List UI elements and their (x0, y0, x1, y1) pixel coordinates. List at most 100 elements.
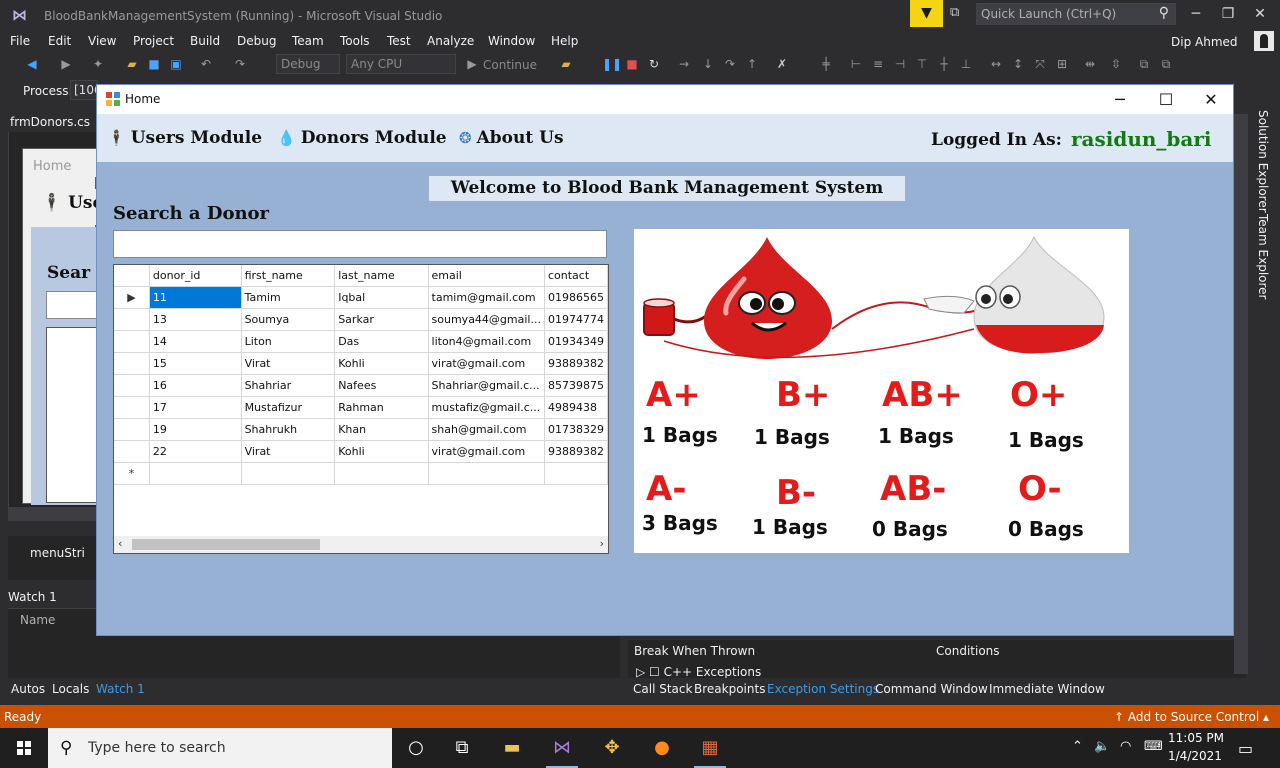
donors-module-menu[interactable]: 💧 Donors Module (277, 128, 447, 148)
table-cell[interactable]: mustafiz@gmail.c... (428, 396, 545, 419)
menu-view[interactable]: View (88, 34, 116, 48)
column-header[interactable]: first_name (241, 265, 336, 287)
add-to-source-control[interactable]: ↑ Add to Source Control ▴ (1114, 710, 1269, 724)
menu-team[interactable]: Team (292, 34, 324, 48)
table-cell[interactable] (428, 462, 545, 485)
menu-window[interactable]: Window (488, 34, 535, 48)
table-row[interactable]: 17 Mustafizur Rahman mustafiz@gmail.c... 498… (114, 396, 608, 419)
table-cell[interactable]: 85739875 (544, 374, 608, 397)
menu-file[interactable]: File (10, 34, 30, 48)
forward-icon[interactable]: ▶ (58, 56, 74, 72)
row-header[interactable] (114, 352, 150, 375)
document-tab[interactable]: frmDonors.cs (0, 112, 96, 132)
table-row[interactable]: 13 Soumya Sarkar soumya44@gmail... 01974774 (114, 308, 608, 331)
breakpoint-icon[interactable]: ✗ (774, 56, 790, 72)
search-donor-input[interactable] (113, 230, 607, 258)
clock-date[interactable]: 1/4/2021 (1168, 749, 1222, 763)
column-header[interactable]: last_name (334, 265, 429, 287)
save-icon[interactable]: ■ (146, 56, 162, 72)
stop-icon[interactable]: ■ (624, 56, 640, 72)
grid-horizontal-scrollbar[interactable]: ‹ › (114, 536, 608, 553)
table-cell[interactable]: 15 (149, 352, 242, 375)
save-all-icon[interactable]: ▣ (168, 56, 184, 72)
table-cell[interactable]: 13 (149, 308, 242, 331)
continue-icon[interactable]: ▶ (464, 56, 480, 72)
make-same-size-icon[interactable]: ⤧ (1032, 56, 1048, 72)
minimize-icon[interactable]: ─ (1097, 85, 1143, 114)
undo-icon[interactable]: ↶ (198, 56, 214, 72)
table-cell[interactable]: Rahman (334, 396, 429, 419)
close-icon[interactable]: ✕ (1188, 85, 1234, 114)
table-cell[interactable]: 01974774 (544, 308, 608, 331)
table-cell[interactable]: virat@gmail.com (428, 440, 545, 463)
table-cell[interactable]: 17 (149, 396, 242, 419)
new-row[interactable]: * (114, 462, 608, 485)
notifications-icon[interactable]: ▭ (1238, 739, 1253, 758)
make-same-width-icon[interactable]: ↔ (988, 56, 1004, 72)
table-cell[interactable]: Virat (241, 440, 336, 463)
table-cell[interactable]: tamim@gmail.com (428, 286, 545, 309)
table-row[interactable]: 16 Shahriar Nafees Shahriar@gmail.c... 85739… (114, 374, 608, 397)
table-row[interactable]: ▶ 11 Tamim Iqbal tamim@gmail.com 01986565 (114, 286, 608, 309)
network-icon[interactable]: ◠ (1120, 739, 1131, 754)
table-cell[interactable] (149, 462, 242, 485)
send-to-back-icon[interactable]: ⧉ (1158, 56, 1174, 72)
table-cell[interactable] (544, 462, 608, 485)
donor-data-grid[interactable]: donor_id first_name last_name email cont… (113, 264, 609, 554)
volume-icon[interactable]: 🔈 (1094, 739, 1110, 754)
menu-test[interactable]: Test (387, 34, 411, 48)
table-cell[interactable]: 22 (149, 440, 242, 463)
start-button[interactable] (0, 728, 48, 768)
table-cell[interactable]: Iqbal (334, 286, 429, 309)
vs-right-scrollbar[interactable] (1234, 114, 1248, 674)
align-bottom-icon[interactable]: ⊥ (958, 56, 974, 72)
make-same-height-icon[interactable]: ↕ (1010, 56, 1026, 72)
table-cell[interactable]: Kohli (334, 440, 429, 463)
align-icon[interactable]: ╪ (818, 56, 834, 72)
column-header[interactable]: email (428, 265, 545, 287)
row-header[interactable] (114, 330, 150, 353)
tab-call-stack[interactable]: Call Stack (633, 682, 692, 696)
row-header[interactable] (114, 374, 150, 397)
quick-launch-box[interactable]: Quick Launch (Ctrl+Q) ⚲ (976, 3, 1176, 25)
tab-exception-settings[interactable]: Exception Settings (767, 682, 879, 696)
table-cell[interactable]: 93889382 (544, 352, 608, 375)
scroll-thumb[interactable] (132, 539, 320, 550)
solution-explorer-tab[interactable]: Solution Explorer (1256, 110, 1270, 213)
table-cell[interactable]: 14 (149, 330, 242, 353)
table-cell[interactable]: Khan (334, 418, 429, 441)
show-hidden-icons[interactable]: ⌃ (1072, 739, 1083, 754)
exception-row[interactable]: ▷ ☐ C++ Exceptions (636, 665, 761, 679)
align-right-icon[interactable]: ⊣ (892, 56, 908, 72)
scroll-right-icon[interactable]: › (600, 537, 604, 550)
column-header[interactable]: donor_id (149, 265, 242, 287)
table-cell[interactable]: Kohli (334, 352, 429, 375)
table-cell[interactable]: 01986565 (544, 286, 608, 309)
table-row[interactable]: 15 Virat Kohli virat@gmail.com 93889382 (114, 352, 608, 375)
minimize-icon[interactable]: ─ (1181, 4, 1211, 24)
table-cell[interactable]: 01934349 (544, 330, 608, 353)
redo-icon[interactable]: ↷ (232, 56, 248, 72)
solution-platform-select[interactable]: Any CPU (346, 54, 456, 74)
tools-app-icon[interactable]: ✥ (590, 732, 634, 764)
align-top-icon[interactable]: ⊤ (914, 56, 930, 72)
table-cell[interactable]: Shahriar@gmail.c... (428, 374, 545, 397)
align-middle-icon[interactable]: ┼ (936, 56, 952, 72)
table-cell[interactable]: shah@gmail.com (428, 418, 545, 441)
row-header[interactable] (114, 396, 150, 419)
restart-icon[interactable]: ↻ (646, 56, 662, 72)
continue-button[interactable]: Continue (483, 58, 537, 72)
table-cell[interactable]: 01738329 (544, 418, 608, 441)
table-cell[interactable]: Virat (241, 352, 336, 375)
table-row[interactable]: 14 Liton Das liton4@gmail.com 01934349 (114, 330, 608, 353)
table-cell[interactable]: 16 (149, 374, 242, 397)
table-row[interactable]: 19 Shahrukh Khan shah@gmail.com 01738329 (114, 418, 608, 441)
table-cell[interactable]: Shahrukh (241, 418, 336, 441)
row-header[interactable]: ▶ (114, 286, 150, 309)
step-over-icon[interactable]: ↷ (722, 56, 738, 72)
menu-analyze[interactable]: Analyze (427, 34, 474, 48)
firefox-icon[interactable]: ● (640, 732, 684, 764)
table-row[interactable]: 22 Virat Kohli virat@gmail.com 93889382 (114, 440, 608, 463)
menu-help[interactable]: Help (551, 34, 578, 48)
close-icon[interactable]: ✕ (1245, 4, 1275, 24)
